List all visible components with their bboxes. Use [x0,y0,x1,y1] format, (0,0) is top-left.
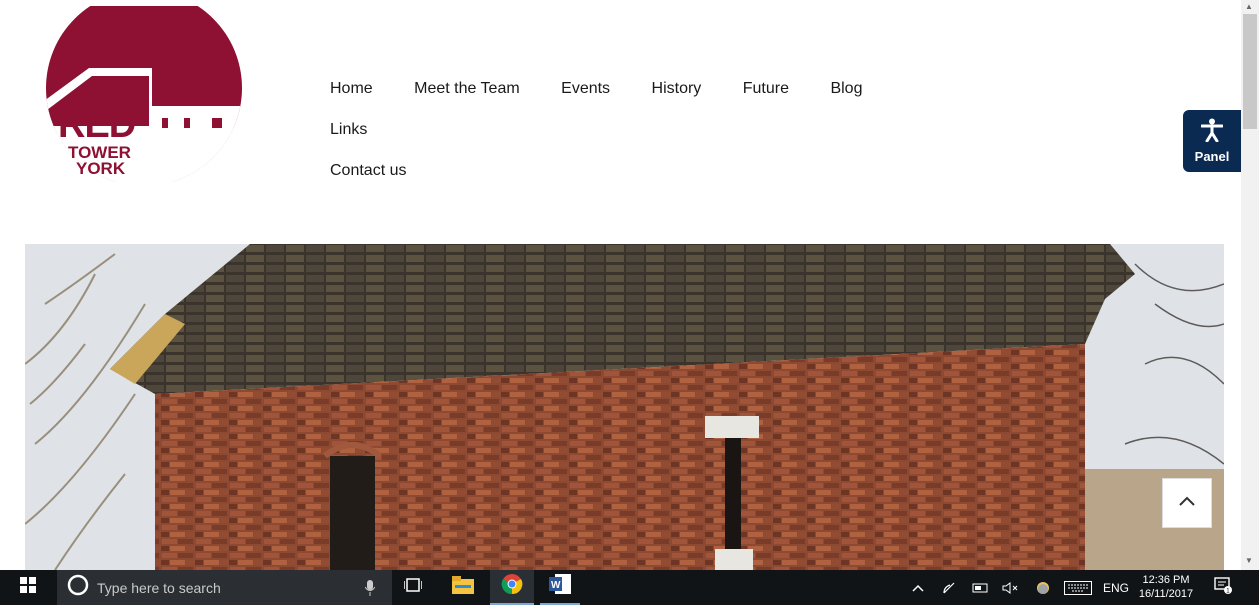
chevron-up-icon [1178,494,1196,512]
word-icon: W [549,574,571,599]
scroll-up-arrow-icon[interactable]: ▲ [1245,2,1253,11]
scroll-down-arrow-icon[interactable]: ▼ [1245,556,1253,565]
scrollbar-thumb[interactable] [1243,14,1257,129]
task-view-icon [403,578,423,597]
accessibility-panel-button[interactable]: Panel [1183,110,1241,172]
nav-meet-the-team[interactable]: Meet the Team [414,68,520,109]
nav-history[interactable]: History [652,68,702,109]
notification-icon: 1 [1214,576,1232,599]
pen-workspace-icon[interactable] [942,570,956,605]
network-icon[interactable] [972,570,988,605]
windows-start-button[interactable] [20,570,36,605]
page-scrollbar[interactable]: ▲ ▼ [1241,0,1259,570]
taskbar-clock[interactable]: 12:36 PM 16/11/2017 [1136,573,1196,601]
nav-home[interactable]: Home [330,68,373,109]
nav-blog[interactable]: Blog [830,68,862,109]
windows-logo-icon [20,577,36,598]
search-placeholder: Type here to search [97,579,221,596]
touch-keyboard-icon[interactable] [1064,570,1092,605]
microphone-icon[interactable] [364,580,376,601]
chevron-up-small-icon [912,579,924,597]
nav-events[interactable]: Events [561,68,610,109]
language-indicator[interactable]: ENG [1103,570,1129,605]
panel-label: Panel [1194,149,1230,164]
show-hidden-icons-button[interactable] [912,570,924,605]
main-navigation: Home Meet the Team Events History Future… [330,68,950,191]
chrome-taskbar-button[interactable] [490,570,534,605]
chrome-icon [501,573,523,600]
clock-date: 16/11/2017 [1138,588,1194,600]
file-explorer-taskbar-button[interactable] [452,570,474,605]
nav-future[interactable]: Future [743,68,789,109]
back-to-top-button[interactable] [1162,478,1212,528]
word-taskbar-button[interactable]: W [540,570,580,605]
red-tower-york-logo[interactable]: RED TOWER YORK [44,0,244,186]
accessibility-icon [1200,118,1224,147]
folder-icon [452,576,474,599]
taskbar-search-box[interactable]: Type here to search [57,570,392,605]
nav-contact-us[interactable]: Contact us [330,150,406,191]
svg-text:W: W [551,580,561,591]
clock-time: 12:36 PM [1142,574,1190,586]
windows-taskbar: Type here to search W ENG 12:36 PM 16/11… [0,570,1259,605]
nav-links[interactable]: Links [330,109,367,150]
weather-icon[interactable] [1035,570,1051,605]
volume-muted-icon[interactable] [1002,570,1020,605]
logo-text-red: RED [58,104,136,146]
cortana-circle-icon [67,574,89,601]
logo-text-york: YORK [76,159,126,178]
hero-image-red-tower [25,244,1224,570]
action-center-button[interactable]: 1 [1214,570,1232,605]
task-view-button[interactable] [403,570,423,605]
